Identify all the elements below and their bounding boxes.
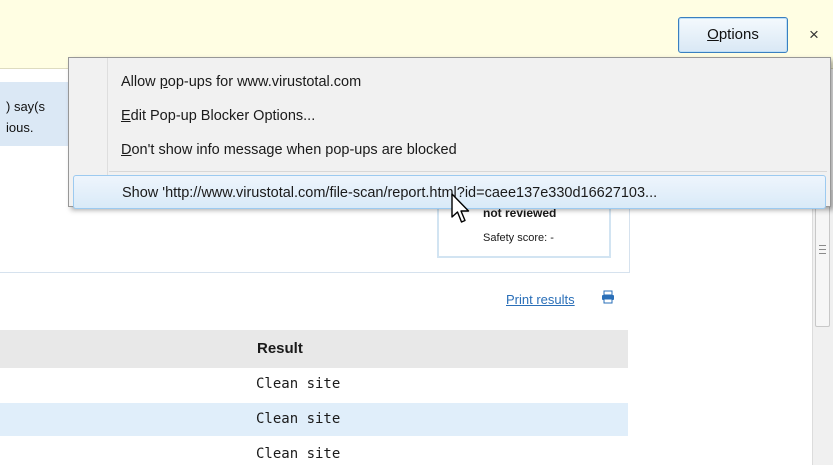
options-dropdown-menu: Allow pop-ups for www.virustotal.com Edi… (68, 57, 831, 209)
options-accel-key: O (707, 26, 719, 43)
table-row: Clean site (0, 368, 628, 401)
print-results-link[interactable]: Print results (506, 292, 575, 307)
scrollbar-grip-icon (819, 245, 826, 254)
detection-summary-snippet: ) say(s ious. (0, 82, 70, 146)
panel-border-bottom (0, 272, 630, 273)
results-table-header: Result (0, 330, 628, 368)
table-row: Clean site (0, 438, 628, 471)
menu-item-allow-popups[interactable]: Allow pop-ups for www.virustotal.com (73, 65, 826, 99)
safety-score: Safety score: - (483, 232, 554, 244)
summary-line-1: ) say(s (6, 99, 45, 114)
result-column-header: Result (257, 340, 303, 357)
menu-item-edit-blocker-options[interactable]: Edit Pop-up Blocker Options... (73, 99, 826, 133)
printer-icon[interactable] (601, 290, 615, 304)
result-cell: Clean site (256, 376, 341, 392)
menu-item-dont-show-info[interactable]: Don't show info message when pop-ups are… (73, 133, 826, 167)
scrollbar-thumb[interactable] (815, 202, 830, 327)
options-label-suffix: ptions (718, 26, 759, 43)
summary-line-2: ious. (6, 120, 34, 135)
result-cell: Clean site (256, 446, 341, 462)
menu-separator (109, 171, 827, 172)
close-icon[interactable]: × (803, 24, 825, 46)
table-row: Clean site (0, 403, 628, 436)
options-button[interactable]: Options (678, 17, 788, 53)
mouse-pointer-icon (451, 193, 470, 223)
result-cell: Clean site (256, 411, 341, 427)
panel-border-right (629, 200, 630, 273)
